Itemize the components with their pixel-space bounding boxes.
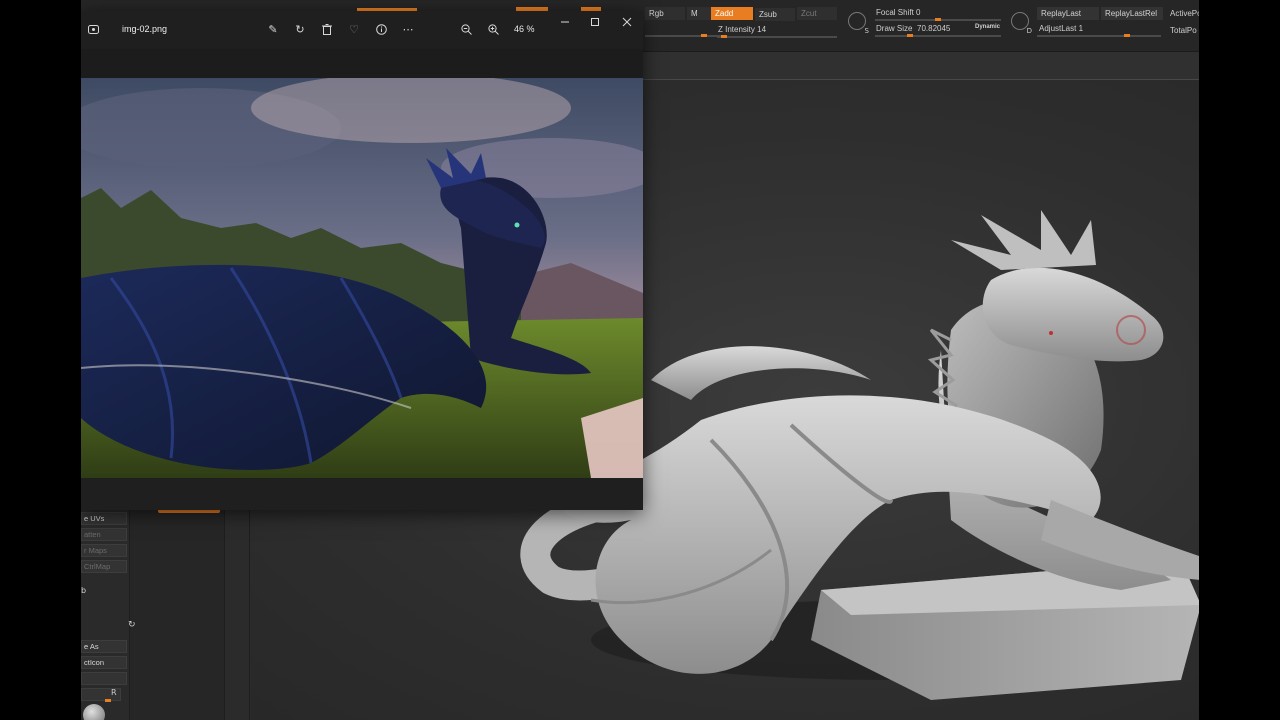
focal-shift-icon[interactable]: S	[848, 12, 869, 35]
delete-icon[interactable]	[319, 21, 335, 37]
rgb-intensity-knob[interactable]	[701, 34, 707, 37]
viewer-titlebar: img-02.png ✎ ↻ ♡ ⋯ 46 %	[81, 11, 643, 49]
zoom-out-icon[interactable]	[458, 21, 474, 37]
focal-shift-label[interactable]: Focal Shift 0	[876, 8, 920, 17]
zsub-button[interactable]: Zsub	[755, 8, 795, 21]
minimize-icon[interactable]	[557, 14, 573, 30]
draw-size-knob[interactable]	[907, 34, 913, 37]
total-points-label: TotalPo	[1170, 26, 1197, 35]
favorite-icon[interactable]: ♡	[346, 21, 362, 37]
refresh-icon[interactable]: ↻	[128, 620, 136, 630]
zcut-button[interactable]: Zcut	[797, 7, 837, 20]
material-sphere-icon[interactable]	[83, 704, 105, 720]
r-button[interactable]: R	[111, 688, 123, 701]
photo-app-icon	[85, 21, 101, 37]
info-icon[interactable]	[373, 21, 389, 37]
maps-button[interactable]: r Maps	[81, 544, 127, 557]
viewer-bottom-bar	[81, 478, 643, 510]
zbrush-left-column: ↻	[128, 480, 225, 720]
project-icon-button[interactable]: ctIcon	[81, 656, 127, 669]
close-icon[interactable]	[619, 14, 635, 30]
dragon-painting-illustration	[81, 78, 643, 478]
draw-size-slider[interactable]	[875, 35, 1001, 37]
zoom-in-icon[interactable]	[485, 21, 501, 37]
uv-button[interactable]: e UVs	[81, 512, 127, 525]
adjust-last-slider[interactable]	[1037, 35, 1161, 37]
dynamic-toggle[interactable]: Dynamic	[975, 24, 1000, 30]
draw-size-label[interactable]: Draw Size	[876, 24, 912, 33]
adjust-last-knob[interactable]	[1124, 34, 1130, 37]
adjust-last-label[interactable]: AdjustLast 1	[1039, 24, 1083, 33]
m-button[interactable]: M	[687, 7, 711, 20]
zbrush-left-palette: e UVs atten r Maps CtrlMap b e As ctIcon…	[81, 480, 129, 720]
rgb-intensity-slider[interactable]	[645, 35, 725, 37]
z-intensity-label[interactable]: Z Intensity 14	[718, 25, 766, 34]
more-icon[interactable]: ⋯	[400, 21, 416, 37]
rotate-icon[interactable]: ↻	[292, 21, 308, 37]
b-label: b	[81, 586, 87, 595]
focal-shift-knob[interactable]	[935, 18, 941, 21]
active-points-label: ActivePo	[1170, 9, 1199, 18]
flatten-button[interactable]: atten	[81, 528, 127, 541]
dragon-painting-image	[81, 78, 643, 478]
viewer-info-strip	[81, 49, 643, 78]
maximize-icon[interactable]	[587, 14, 603, 30]
blank-slot-button[interactable]	[81, 672, 127, 685]
replay-last-button[interactable]: ReplayLast	[1037, 7, 1099, 20]
zadd-button[interactable]: Zadd	[711, 7, 753, 20]
replay-last-rel-button[interactable]: ReplayLastRel	[1101, 7, 1163, 20]
z-intensity-knob[interactable]	[721, 35, 727, 38]
draw-size-value[interactable]: 70.82045	[917, 24, 950, 33]
z-intensity-slider[interactable]	[717, 36, 837, 38]
save-as-button[interactable]: e As	[81, 640, 127, 653]
edit-icon[interactable]: ✎	[265, 21, 281, 37]
viewer-title: img-02.png	[122, 24, 168, 34]
ctrl-map-button[interactable]: CtrlMap	[81, 560, 127, 573]
rgb-button[interactable]: Rgb	[645, 7, 685, 20]
panel-divider	[249, 480, 250, 720]
replay-icon[interactable]: D	[1011, 12, 1032, 35]
zoom-level[interactable]: 46 %	[514, 24, 535, 34]
photo-viewer-window[interactable]: img-02.png ✎ ↻ ♡ ⋯ 46 %	[81, 11, 643, 510]
